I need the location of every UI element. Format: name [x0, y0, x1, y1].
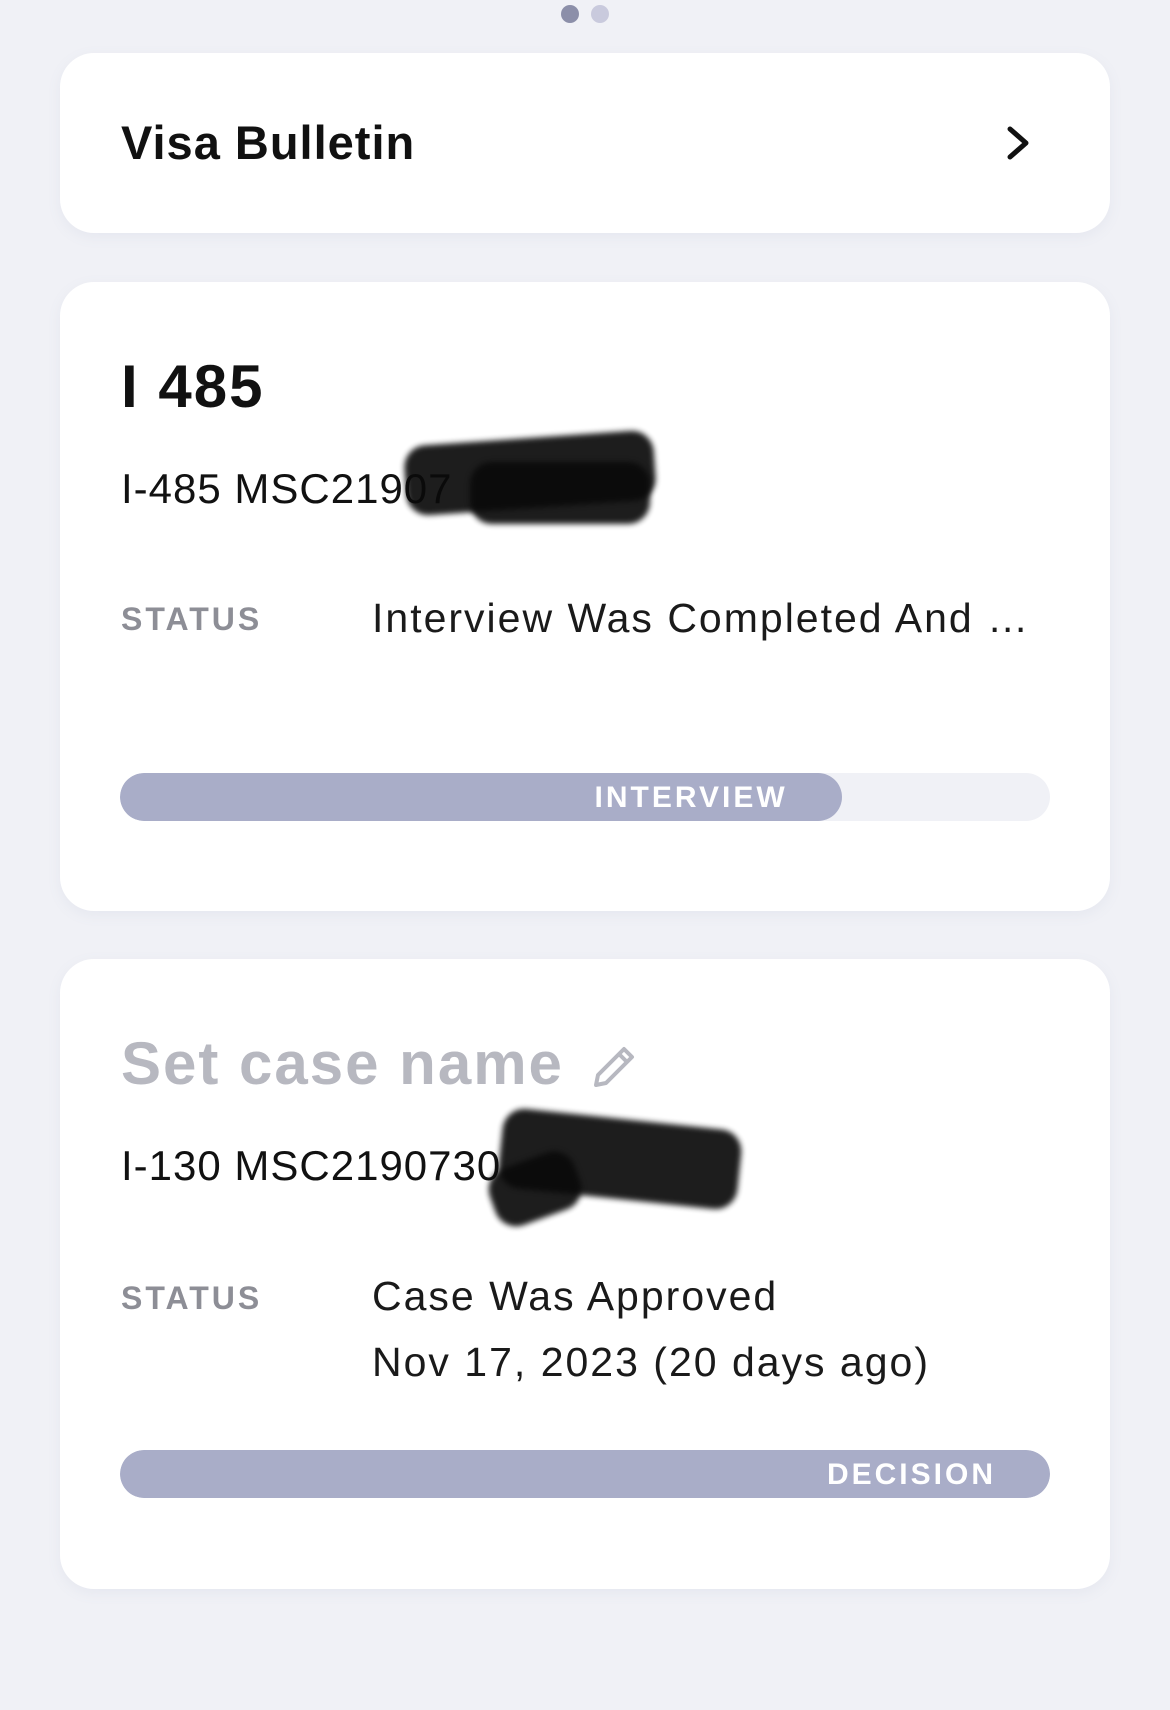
page-dot-2[interactable] [591, 5, 609, 23]
progress-bar: INTERVIEW [120, 773, 1050, 821]
case-title: I 485 [121, 353, 265, 420]
stage-label: INTERVIEW [594, 781, 788, 814]
page-indicator[interactable] [0, 5, 1170, 23]
status-label: STATUS [121, 1280, 263, 1316]
redaction-mark [470, 462, 650, 524]
pencil-icon[interactable] [588, 1041, 640, 1093]
case-card-i130[interactable]: Set case name I-130 MSC2190730 STATUS Ca… [60, 959, 1110, 1589]
visa-bulletin-card[interactable]: Visa Bulletin [60, 53, 1110, 233]
chevron-right-icon[interactable] [1000, 125, 1036, 161]
progress-fill: INTERVIEW [120, 773, 842, 821]
progress-bar: DECISION [120, 1450, 1050, 1498]
status-text: Case Was Approved [372, 1273, 779, 1319]
case-name-placeholder[interactable]: Set case name [121, 1029, 564, 1098]
status-label: STATUS [121, 601, 263, 637]
case-card-i485[interactable]: I 485 I-485 MSC21907 STATUS Interview Wa… [60, 282, 1110, 911]
stage-label: DECISION [826, 1458, 996, 1491]
status-date: Nov 17, 2023 (20 days ago) [372, 1339, 930, 1385]
status-text: Interview Was Completed And … [372, 595, 1031, 641]
page-dot-1[interactable] [561, 5, 579, 23]
receipt-number: I-485 MSC21907 [121, 465, 453, 512]
receipt-number: I-130 MSC2190730 [121, 1142, 502, 1189]
visa-bulletin-title: Visa Bulletin [121, 116, 416, 169]
progress-fill: DECISION [120, 1450, 1050, 1498]
